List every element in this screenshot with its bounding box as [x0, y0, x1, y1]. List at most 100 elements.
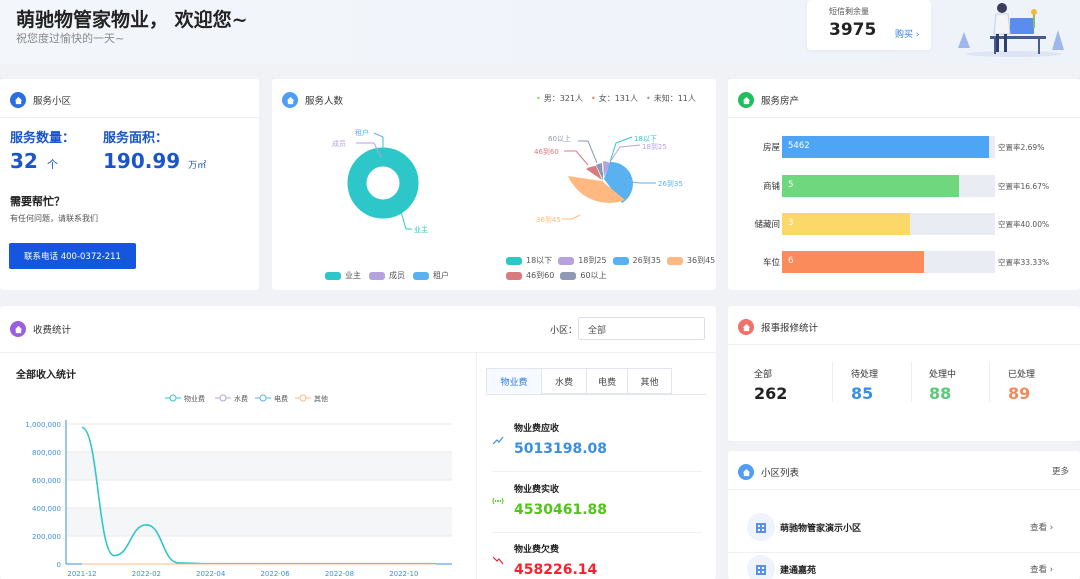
property-bar-track: 5 — [782, 175, 995, 197]
community-name: 萌驰物管家演示小区 — [780, 524, 862, 534]
home-icon — [738, 319, 754, 335]
property-count: 3 — [788, 218, 794, 228]
grid-band — [66, 452, 452, 480]
building-icon — [747, 555, 775, 579]
buy-sms-link[interactable]: 购买 › — [895, 27, 920, 40]
contact-phone-button[interactable]: 联系电话 400-0372-211 — [9, 243, 136, 269]
legend-46-60: 46到60 — [526, 271, 555, 280]
x-tick-label: 2022-08 — [325, 570, 354, 578]
divider — [486, 394, 706, 395]
trend-down-icon — [492, 556, 504, 565]
service-people-card: 服务人数 • 男：321人 • 女：131人 • 未知：11人 租户 成员 业主 18… — [272, 79, 716, 290]
community-list-header: 小区列表 — [738, 463, 799, 481]
divider — [728, 117, 1080, 118]
community-list-item[interactable]: 建通嘉苑 查看 › — [728, 549, 1080, 579]
more-link[interactable]: 更多 — [1052, 465, 1069, 477]
welcome-title: 萌驰物管家物业， 欢迎您~ — [16, 9, 248, 31]
service-people-header: 服务人数 — [282, 91, 343, 109]
property-type-label: 车位 — [762, 258, 780, 268]
community-list-card: 小区列表 更多 萌驰物管家演示小区 查看 › 建通嘉苑 查看 › — [728, 451, 1080, 579]
tab-water-fee[interactable]: 水费 — [541, 368, 587, 394]
y-tick-label: 600,000 — [32, 477, 61, 485]
legend-over60: 60以上 — [580, 271, 607, 280]
fee-arrears-amount: 458226.14 — [514, 562, 598, 578]
property-bar-fill: 5 — [782, 175, 960, 197]
home-icon — [10, 321, 26, 337]
legend-marker — [299, 394, 307, 402]
legend-under18: 18以下 — [526, 256, 553, 265]
property-type-label: 房屋 — [762, 143, 780, 153]
pie-label-under18: 18以下 — [634, 135, 657, 143]
tab-electric-fee[interactable]: 电费 — [586, 368, 628, 394]
tab-property-fee[interactable]: 物业费 — [486, 368, 542, 394]
sms-balance-count: 3975 — [829, 20, 877, 40]
property-count: 6 — [788, 256, 794, 266]
property-bar-track: 6 — [782, 251, 995, 273]
tab-other-fee[interactable]: 其他 — [627, 368, 672, 394]
home-icon — [738, 464, 754, 480]
property-bar-row: 车位 6 空置率33.33% — [728, 251, 1080, 273]
home-icon — [282, 92, 298, 108]
view-community-link[interactable]: 查看 › — [1030, 563, 1053, 575]
fee-received-amount: 4530461.88 — [514, 502, 607, 518]
divider — [492, 471, 702, 472]
home-icon — [738, 92, 754, 108]
property-type-label: 储藏间 — [754, 220, 780, 230]
y-tick-label: 1,000,000 — [25, 421, 61, 429]
age-group-legend-row1: 18以下 18到25 26到35 36到45 — [506, 255, 715, 266]
fee-arrears-title: 物业费欠费 — [514, 545, 560, 555]
community-list-item[interactable]: 萌驰物管家演示小区 查看 › — [728, 507, 1080, 553]
legend-36-45: 36到45 — [686, 256, 716, 265]
legend-swatch — [369, 271, 385, 280]
card-title: 报事报修统计 — [761, 323, 819, 334]
view-community-link[interactable]: 查看 › — [1030, 521, 1053, 533]
card-title: 小区列表 — [761, 468, 800, 479]
pie-slice-owner — [347, 147, 419, 219]
service-count: 32 个 — [10, 149, 58, 173]
view-label: 查看 — [1030, 565, 1048, 575]
fee-receivable-title: 物业费应收 — [514, 424, 560, 434]
community-filter-label: 小区： — [550, 326, 578, 336]
service-property-card: 服务房产 房屋 5462 空置率2.69% 商铺 5 空置率16.67% 储藏间 3 空置率40… — [728, 79, 1080, 290]
repair-total-value: 262 — [754, 384, 788, 403]
pie-leader — [609, 136, 633, 163]
chevron-right-icon: › — [1049, 523, 1054, 533]
wifi-signal-icon — [492, 497, 504, 505]
age-group-legend-row2: 46到60 60以上 — [506, 270, 607, 281]
pie-leader — [578, 140, 598, 164]
divider — [832, 362, 833, 402]
property-bar-row: 房屋 5462 空置率2.69% — [728, 136, 1080, 158]
card-title: 服务人数 — [305, 96, 344, 107]
y-tick-label: 800,000 — [32, 449, 61, 457]
fee-receivable-amount: 5013198.08 — [514, 441, 607, 457]
pie-leader — [373, 132, 384, 138]
x-tick-label: 2022-04 — [196, 570, 226, 578]
pie-label-36-45: 36到45 — [536, 216, 561, 224]
welcome-subtitle: 祝您度过愉快的一天~ — [16, 32, 125, 45]
service-property-header: 服务房产 — [738, 91, 799, 109]
card-title: 服务小区 — [33, 96, 72, 107]
legend-label: 水费 — [234, 394, 248, 403]
dot-icon: • — [646, 94, 651, 103]
dot-icon: • — [536, 94, 541, 103]
help-title: 需要帮忙？ — [10, 195, 65, 208]
y-tick-label: 400,000 — [32, 505, 61, 513]
trend-up-icon — [492, 436, 504, 445]
legend-swatch — [413, 271, 429, 280]
community-filter-select[interactable]: 全部 — [578, 317, 705, 340]
repair-total-label: 全部 — [754, 370, 773, 380]
service-count-value: 32 — [10, 149, 38, 173]
legend-swatch — [506, 256, 522, 265]
divider — [728, 489, 1080, 490]
divider — [728, 344, 1080, 345]
legend-member: 成员 — [389, 271, 405, 280]
repair-done-value: 89 — [1008, 384, 1031, 403]
office-illustration — [958, 3, 1064, 57]
unknown-count: 未知：11人 — [653, 94, 696, 103]
male-count: 男：321人 — [543, 94, 583, 103]
legend-label: 其他 — [314, 394, 328, 403]
property-type-label: 商铺 — [762, 182, 780, 192]
divider — [492, 532, 702, 533]
property-bar-row: 储藏间 3 空置率40.00% — [728, 213, 1080, 235]
resident-type-legend: 业主 成员 租户 — [325, 270, 449, 281]
